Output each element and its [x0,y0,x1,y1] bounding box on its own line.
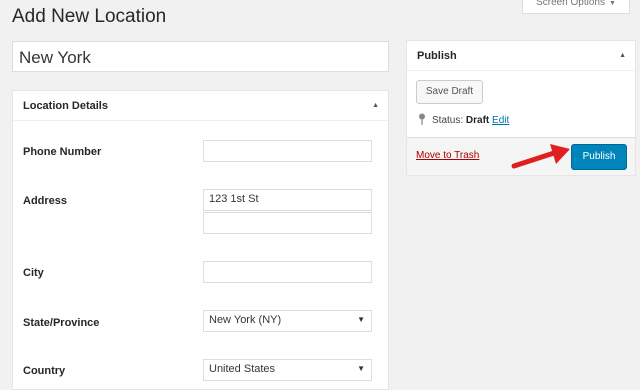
annotation-arrow-icon [511,144,570,169]
caret-down-icon: ▼ [609,0,616,7]
location-details-header[interactable]: Location Details ▲ [13,91,388,121]
city-input[interactable] [203,261,372,283]
dropdown-arrow-icon: ▼ [357,364,365,373]
save-draft-button[interactable]: Save Draft [416,80,483,104]
address-label: Address [23,195,68,207]
title-input[interactable]: New York [12,41,389,72]
move-to-trash-link[interactable]: Move to Trash [416,150,479,161]
country-select[interactable]: United States ▼ [203,359,372,381]
address-line2-input[interactable] [203,212,372,234]
state-select-value: New York (NY) [209,314,282,326]
publish-heading: Publish [417,50,457,62]
screen-options-label: Screen Options [536,0,605,8]
phone-label: Phone Number [23,146,102,158]
state-label: State/Province [23,317,100,329]
page-title: Add New Location [12,6,167,27]
collapse-arrow-icon[interactable]: ▲ [372,91,379,121]
dropdown-arrow-icon: ▼ [357,315,365,324]
edit-status-link[interactable]: Edit [492,115,509,126]
collapse-arrow-icon[interactable]: ▲ [619,41,626,71]
status-row: Status: Draft Edit [418,113,509,128]
publish-header[interactable]: Publish ▲ [407,41,635,71]
country-label: Country [23,365,66,377]
location-details-box: Location Details ▲ Phone Number Address … [12,90,389,390]
address-line1-input[interactable]: 123 1st St [203,189,372,211]
city-label: City [23,267,44,279]
screen-options-button[interactable]: Screen Options ▼ [522,0,630,14]
pin-icon [418,113,426,128]
country-select-value: United States [209,363,276,375]
phone-input[interactable] [203,140,372,162]
status-label: Status: [432,115,464,127]
status-value: Draft [465,115,490,127]
location-details-heading: Location Details [23,100,108,112]
publish-button[interactable]: Publish [571,144,627,170]
state-select[interactable]: New York (NY) ▼ [203,310,372,332]
